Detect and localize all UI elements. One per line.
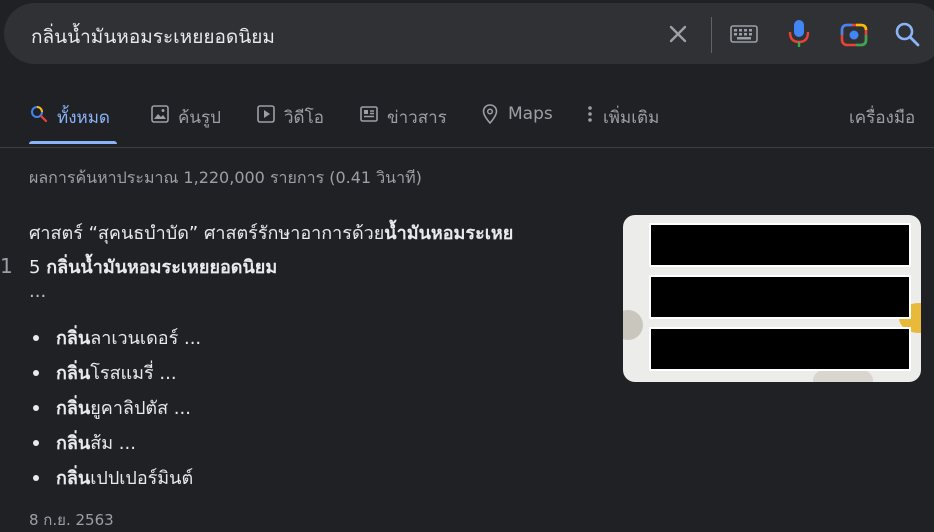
bullet-bold: กลิ่น	[56, 328, 91, 349]
snippet-text: ศาสตร์ “สุคนธบำบัด” ศาสตร์รักษาอาการด้วย…	[29, 217, 599, 285]
list-item: กลิ่น ยูคาลิปตัส ...	[33, 390, 201, 425]
active-tab-indicator	[29, 141, 117, 144]
search-bar[interactable]: กลิ่นน้ำมันหอมระเหยยอดนิยม	[4, 3, 934, 64]
tab-images-label: ค้นรูป	[178, 108, 221, 128]
snippet-line-2-bold: กลิ่นน้ำมันหอมระเหยยอดนิยม	[46, 257, 278, 278]
redacted-block	[649, 223, 911, 267]
redacted-block	[649, 275, 911, 319]
tab-more-label: เพิ่มเติม	[603, 108, 660, 128]
tools-label: เครื่องมือ	[849, 108, 916, 128]
search-icon[interactable]	[890, 17, 924, 51]
bullet-text: ส้ม ...	[90, 433, 136, 454]
snippet-bullet-list: กลิ่น ลาเวนเดอร์ ... กลิ่น โรสแมรี่ ... กล…	[33, 320, 201, 495]
play-icon	[256, 104, 276, 124]
camera-icon[interactable]	[837, 17, 871, 51]
tab-maps[interactable]: Maps	[480, 96, 553, 146]
left-marker: 1	[0, 254, 13, 278]
bullet-bold: กลิ่น	[56, 468, 91, 489]
tab-all[interactable]: ทั้งหมด	[29, 96, 117, 146]
tab-maps-label: Maps	[508, 104, 553, 124]
tab-videos-label: วิดีโอ	[284, 108, 324, 128]
list-item: กลิ่น ส้ม ...	[33, 425, 201, 460]
snippet-line-1-plain: ศาสตร์ “สุคนธบำบัด” ศาสตร์รักษาอาการด้วย	[29, 223, 385, 244]
result-stats: ผลการค้นหาประมาณ 1,220,000 รายการ (0.41 …	[29, 168, 422, 187]
map-pin-icon	[480, 104, 500, 124]
bullet-text: โรสแมรี่ ...	[90, 363, 177, 384]
snippet-ellipsis: ...	[29, 281, 47, 302]
list-item: กลิ่น เปปเปอร์มินต์	[33, 460, 201, 495]
search-divider	[711, 17, 712, 53]
bullet-dot	[33, 404, 39, 411]
more-vert-icon	[585, 104, 595, 124]
tabs-divider	[0, 147, 934, 148]
keyboard-icon[interactable]	[727, 17, 761, 51]
snippet-line-1-bold: น้ำมันหอมระเหย	[384, 223, 514, 244]
bullet-dot	[33, 439, 39, 446]
bullet-dot	[33, 474, 39, 481]
tab-news[interactable]: ข่าวสาร	[359, 96, 447, 146]
tab-images[interactable]: ค้นรูป	[150, 96, 221, 146]
redacted-block	[649, 327, 911, 371]
search-tabs: ทั้งหมด ค้นรูป วิดีโอ ข่าวสาร Maps เพิ่ม…	[0, 96, 934, 146]
tab-more[interactable]: เพิ่มเติม	[585, 96, 659, 146]
snippet-line-1: ศาสตร์ “สุคนธบำบัด” ศาสตร์รักษาอาการด้วย…	[29, 217, 599, 251]
tab-videos[interactable]: วิดีโอ	[256, 96, 324, 146]
microphone-icon[interactable]	[782, 17, 816, 51]
result-thumbnail[interactable]	[623, 215, 921, 382]
list-item: กลิ่น โรสแมรี่ ...	[33, 355, 201, 390]
list-item: กลิ่น ลาเวนเดอร์ ...	[33, 320, 201, 355]
bullet-bold: กลิ่น	[56, 433, 91, 454]
bullet-dot	[33, 334, 39, 341]
image-icon	[150, 104, 170, 124]
bullet-dot	[33, 369, 39, 376]
close-icon[interactable]	[661, 17, 695, 51]
snippet-line-2: 5 กลิ่นน้ำมันหอมระเหยยอดนิยม	[29, 251, 599, 285]
tab-all-label: ทั้งหมด	[57, 108, 110, 128]
snippet-line-2-plain: 5	[29, 257, 47, 278]
bullet-bold: กลิ่น	[56, 363, 91, 384]
result-date: 8 ก.ย. 2563	[29, 511, 114, 529]
search-icon	[29, 104, 49, 124]
bullet-text: ลาเวนเดอร์ ...	[90, 328, 202, 349]
tab-news-label: ข่าวสาร	[387, 108, 447, 128]
search-input[interactable]: กลิ่นน้ำมันหอมระเหยยอดนิยม	[31, 22, 275, 52]
bullet-text: เปปเปอร์มินต์	[90, 468, 194, 489]
thumbnail-decor	[623, 310, 643, 340]
news-icon	[359, 104, 379, 124]
bullet-text: ยูคาลิปตัส ...	[90, 398, 191, 419]
tools-button[interactable]: เครื่องมือ	[849, 96, 915, 146]
bullet-bold: กลิ่น	[56, 398, 91, 419]
